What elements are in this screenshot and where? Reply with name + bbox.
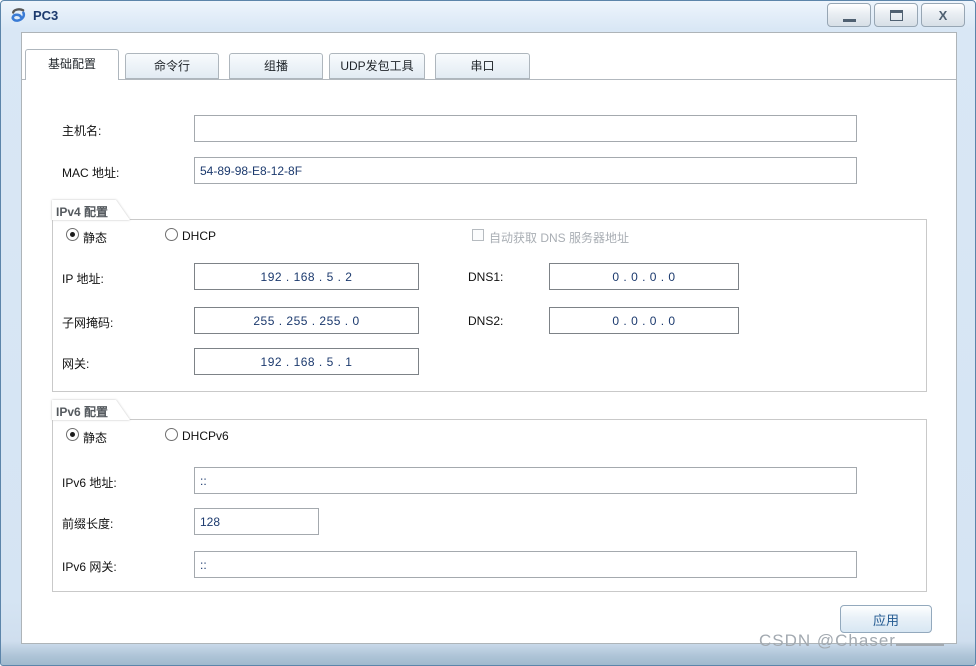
ipv6-static-radio[interactable]: [66, 428, 79, 441]
dialog-panel: 基础配置 命令行 组播 UDP发包工具 串口 主机名: MAC 地址: IPv4…: [21, 32, 957, 644]
prefix-length-label: 前缀长度:: [62, 517, 114, 531]
dns1-label: DNS1:: [468, 270, 504, 284]
ensp-app-icon: [10, 7, 27, 24]
minimize-button[interactable]: [827, 3, 871, 27]
gateway-label: 网关:: [62, 357, 90, 371]
maximize-button[interactable]: [874, 3, 918, 27]
prefix-length-input[interactable]: [194, 508, 319, 535]
ipv4-static-label: 静态: [83, 231, 108, 245]
gateway-input[interactable]: [194, 348, 419, 375]
window: PC3 X 基础配置 命令行 组播 UDP发包工具 串口 主机名: MAC 地址…: [0, 0, 976, 666]
dns2-label: DNS2:: [468, 314, 504, 328]
maximize-icon: [889, 9, 903, 21]
watermark-text: CSDN @Chaser: [759, 631, 896, 650]
tab-multicast[interactable]: 组播: [229, 53, 323, 79]
tab-command-line[interactable]: 命令行: [125, 53, 219, 79]
ip-address-input[interactable]: [194, 263, 419, 290]
subnet-mask-label: 子网掩码:: [62, 316, 114, 330]
ipv4-dhcp-label: DHCP: [182, 229, 217, 243]
dns1-input[interactable]: [549, 263, 739, 290]
title-bar[interactable]: PC3 X: [1, 1, 975, 31]
minimize-icon: [842, 18, 856, 22]
tab-basic-config[interactable]: 基础配置: [25, 49, 119, 80]
window-title: PC3: [33, 8, 59, 23]
dns2-input[interactable]: [549, 307, 739, 334]
dns-auto-label: 自动获取 DNS 服务器地址: [489, 231, 630, 245]
tab-divider: [22, 79, 956, 80]
close-button[interactable]: X: [921, 3, 965, 27]
tab-udp-tool[interactable]: UDP发包工具: [329, 53, 425, 79]
window-controls: X: [827, 3, 965, 27]
ipv6-gateway-input[interactable]: [194, 551, 857, 578]
ip-address-label: IP 地址:: [62, 272, 104, 286]
hostname-label: 主机名:: [62, 124, 102, 138]
watermark: CSDN @Chaser: [759, 631, 944, 651]
mac-label: MAC 地址:: [62, 166, 120, 180]
ipv6-address-label: IPv6 地址:: [62, 476, 117, 490]
mac-input[interactable]: [194, 157, 857, 184]
ipv6-static-label: 静态: [83, 431, 108, 445]
ipv4-dhcp-radio[interactable]: [165, 228, 178, 241]
ipv6-gateway-label: IPv6 网关:: [62, 560, 117, 574]
dns-auto-checkbox: [472, 229, 484, 241]
ipv6-group-label: IPv6 配置: [56, 405, 109, 419]
subnet-mask-input[interactable]: [194, 307, 419, 334]
ipv4-static-radio[interactable]: [66, 228, 79, 241]
ipv6-group-tab: IPv6 配置: [52, 400, 130, 420]
ipv4-group-label: IPv4 配置: [56, 205, 109, 219]
tab-serial-port[interactable]: 串口: [435, 53, 530, 79]
ipv6-address-input[interactable]: [194, 467, 857, 494]
apply-button[interactable]: 应用: [840, 605, 932, 633]
ipv4-group-tab: IPv4 配置: [52, 200, 130, 220]
close-icon: X: [938, 7, 948, 23]
watermark-underline: [895, 644, 944, 646]
hostname-input[interactable]: [194, 115, 857, 142]
dhcpv6-label: DHCPv6: [182, 429, 229, 443]
dhcpv6-radio[interactable]: [165, 428, 178, 441]
